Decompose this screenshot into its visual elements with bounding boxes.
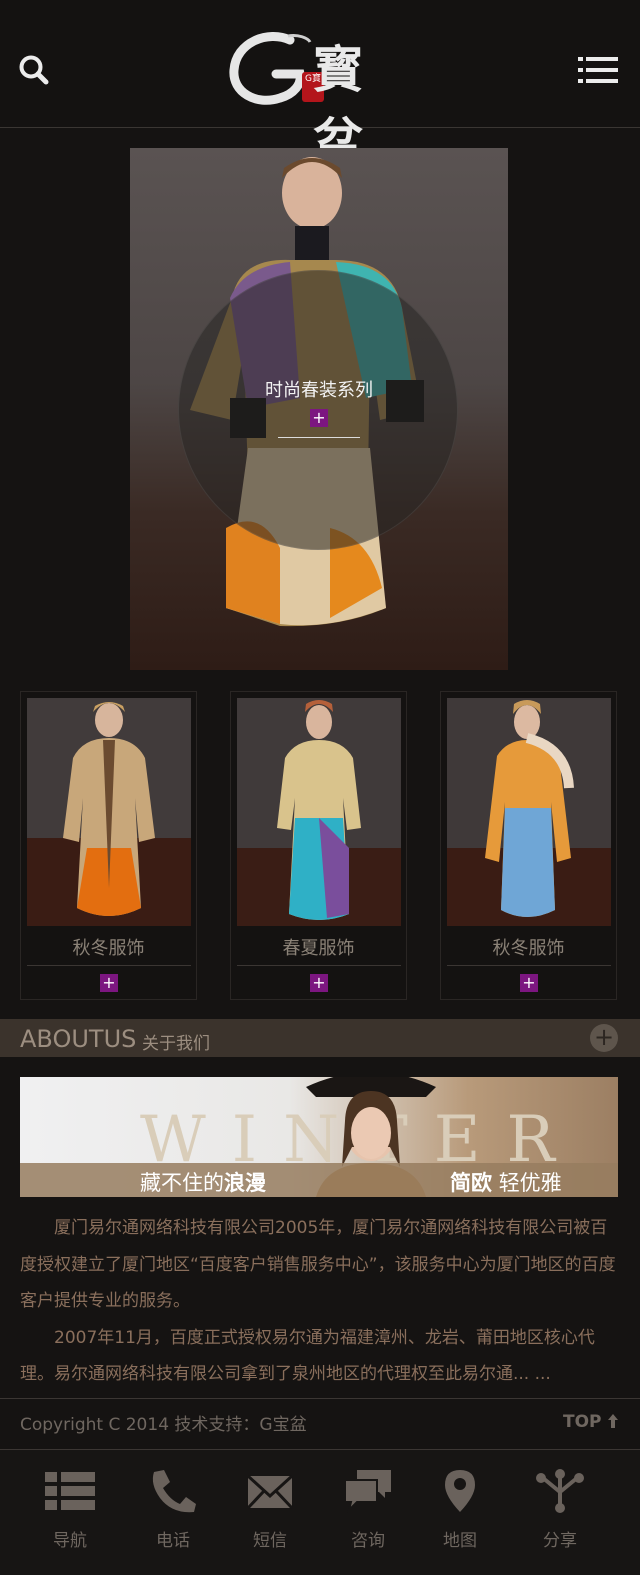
product-card[interactable]: 春夏服饰 + — [230, 691, 407, 1000]
nav-label: 地图 — [443, 1531, 477, 1551]
nav-item-phone[interactable]: 电话 — [123, 1450, 223, 1575]
product-divider — [27, 965, 191, 966]
share-icon — [536, 1469, 584, 1513]
product-card[interactable]: 秋冬服饰 + — [440, 691, 617, 1000]
product-plus-button[interactable]: + — [520, 974, 538, 992]
about-title-en: ABOUTUS — [20, 1025, 137, 1053]
page: G寶 寳盆 时尚春装系列 + 秋冬服饰 + 春夏服饰 + 秋冬服饰 + ABOU… — [0, 0, 640, 1575]
nav-item-consult[interactable]: 咨询 — [318, 1450, 418, 1575]
nav-item-share[interactable]: 分享 — [510, 1450, 610, 1575]
menu-icon — [578, 57, 618, 83]
about-title-cn: 关于我们 — [142, 1034, 210, 1054]
back-to-top-button[interactable]: TOP — [563, 1412, 619, 1432]
arrow-up-icon — [608, 1414, 619, 1428]
product-divider — [237, 965, 401, 966]
nav-label: 导航 — [53, 1531, 87, 1551]
chat-icon — [344, 1470, 391, 1514]
product-image — [237, 698, 401, 926]
hero-banner[interactable]: 时尚春装系列 + — [130, 148, 508, 670]
about-paragraph: 2007年11月，百度正式授权易尔通为福建漳州、龙岩、莆田地区核心代理。易尔通网… — [20, 1327, 595, 1385]
back-to-top-label: TOP — [563, 1412, 602, 1432]
hero-plus-button[interactable]: + — [310, 409, 328, 427]
nav-label: 电话 — [156, 1531, 190, 1551]
product-card[interactable]: 秋冬服饰 + — [20, 691, 197, 1000]
about-more-button[interactable]: + — [590, 1024, 618, 1052]
hero-divider — [278, 437, 360, 438]
about-paragraph: 厦门易尔通网络科技有限公司2005年，厦门易尔通网络科技有限公司被百度授权建立了… — [20, 1218, 616, 1311]
copyright-text: Copyright C 2014 技术支持：G宝盆 — [20, 1415, 307, 1435]
nav-item-navigation[interactable]: 导航 — [20, 1450, 120, 1575]
nav-item-map[interactable]: 地图 — [410, 1450, 510, 1575]
product-label: 秋冬服饰 — [492, 938, 565, 959]
phone-icon — [152, 1470, 196, 1513]
nav-label: 分享 — [543, 1531, 577, 1551]
product-plus-button[interactable]: + — [310, 974, 328, 992]
search-icon — [19, 55, 49, 85]
about-banner: WINTER 藏不住的浪漫 简欧 轻优雅 — [20, 1077, 618, 1197]
banner-slogan-right: 简欧 轻优雅 — [450, 1171, 562, 1195]
hero-title: 时尚春装系列 — [265, 380, 373, 401]
nav-label: 咨询 — [351, 1531, 385, 1551]
nav-item-sms[interactable]: 短信 — [220, 1450, 320, 1575]
logo[interactable]: G寶 寳盆 — [228, 28, 408, 171]
product-label: 春夏服饰 — [282, 938, 355, 959]
about-section-header: ABOUTUS 关于我们 + — [0, 1019, 640, 1057]
nav-label: 短信 — [253, 1531, 287, 1551]
menu-button[interactable] — [576, 54, 620, 86]
product-plus-button[interactable]: + — [100, 974, 118, 992]
product-label: 秋冬服饰 — [72, 938, 145, 959]
product-image — [27, 698, 191, 926]
about-description: 厦门易尔通网络科技有限公司2005年，厦门易尔通网络科技有限公司被百度授权建立了… — [20, 1210, 618, 1393]
header: G寶 寳盆 — [0, 0, 640, 171]
product-divider — [447, 965, 611, 966]
map-pin-icon — [445, 1470, 475, 1512]
banner-slogan-left: 藏不住的浪漫 — [140, 1171, 266, 1195]
envelope-icon — [246, 1474, 294, 1510]
footer-divider — [0, 1398, 640, 1399]
search-button[interactable] — [16, 52, 52, 88]
bottom-nav: 导航 电话 短信 咨询 地图 分享 — [0, 1450, 640, 1575]
product-image — [447, 698, 611, 926]
list-icon — [45, 1472, 95, 1510]
